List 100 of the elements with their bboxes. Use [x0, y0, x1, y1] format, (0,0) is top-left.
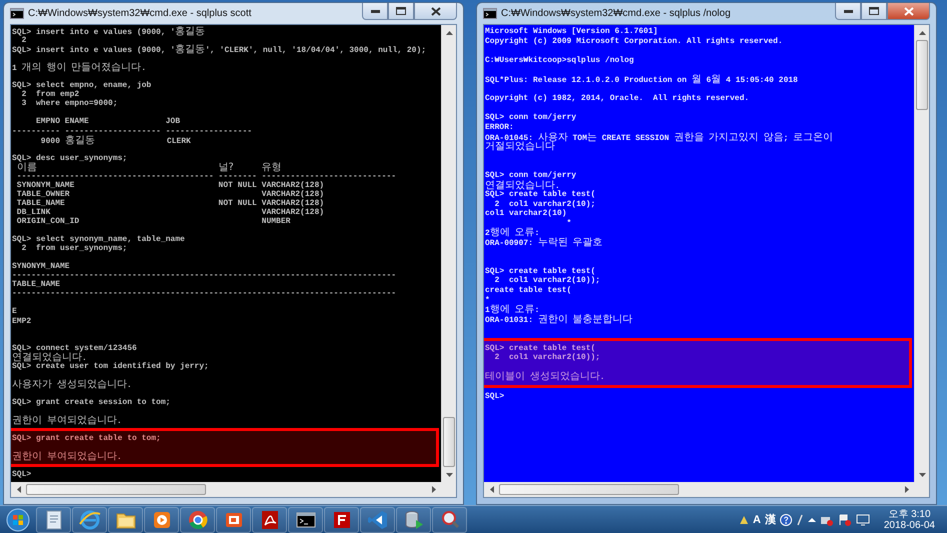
minimize-icon — [844, 9, 852, 13]
console-line: * — [485, 296, 490, 306]
vertical-scrollbar[interactable] — [441, 25, 456, 482]
console-line: SQL> create table test( — [485, 266, 596, 276]
console-line: create table test( — [485, 286, 572, 296]
browser-e-icon[interactable] — [78, 508, 102, 532]
console-line: Microsoft Windows [Version 6.1.7601] — [485, 27, 659, 37]
console-line: 2 from emp2 — [20, 90, 80, 100]
console-line: -------------------------------------------------------------------------------- — [12, 271, 398, 280]
console-line: ----------------------------------------- -------- ---------------------------- — [16, 172, 398, 181]
column-header: 유형 — [262, 162, 282, 172]
clock-date[interactable]: 2018-06-04 — [884, 520, 935, 530]
scroll-thumb[interactable] — [443, 417, 455, 467]
console-line: C:₩Users₩kitcoop>sqlplus /nolog — [485, 56, 635, 66]
close-icon — [430, 6, 440, 16]
right-arrow-icon[interactable] — [904, 486, 908, 493]
right-arrow-icon[interactable] — [432, 486, 436, 493]
hanja-mode[interactable]: 漢 — [764, 512, 776, 527]
scroll-thumb[interactable] — [26, 484, 206, 495]
console-line: 2 col1 varchar2(10); — [494, 200, 596, 209]
console-line: 2 from user_synonyms; — [20, 244, 128, 254]
console-line: 연결되었습니다. — [12, 352, 87, 362]
window-title: C:₩Windows₩system32₩cmd.exe - sqlplus /nolog — [501, 8, 731, 19]
console-line: * — [566, 218, 572, 228]
flag-icon[interactable] — [838, 514, 852, 526]
console-line: SYNONYM_NAME — [12, 262, 71, 272]
maximize-icon — [396, 7, 406, 15]
up-arrow-icon[interactable] — [446, 30, 453, 34]
console-line: E — [12, 307, 18, 316]
console-line: ORA-00907: 누락된 우괄호 — [485, 238, 604, 248]
console-line: 권한이 부여되었습니다. — [12, 452, 123, 462]
maximize-icon — [869, 7, 879, 15]
minimize-button[interactable] — [835, 3, 861, 20]
console-line: Copyright (c) 1982, 2014, Oracle. All rights reserved. — [485, 94, 750, 104]
console-line: 사용자가 생성되었습니다. — [12, 380, 133, 389]
console-line: col1 varchar2(10) — [485, 209, 568, 219]
up-arrow-icon[interactable] — [919, 30, 926, 34]
console-line: 테이블이 생성되었습니다. — [485, 372, 606, 382]
console-line: EMPNO ENAME JOB — [35, 117, 182, 127]
console-line: 1행에 오류: — [485, 305, 540, 315]
left-arrow-icon[interactable] — [16, 486, 20, 493]
scroll-thumb[interactable] — [916, 40, 928, 110]
console-line: SQL> create table test( — [485, 344, 596, 353]
console-line: 2 col1 varchar2(10)); — [494, 276, 602, 286]
console-line: SQL> conn tom/jerry — [485, 170, 578, 180]
console-line: 연결되었습니다. — [485, 180, 560, 190]
console-icon — [483, 8, 497, 19]
clock-time[interactable]: 오후 3:10 — [888, 508, 931, 520]
console-line: 2행에 오류: — [485, 228, 540, 238]
console-line: SQL> desc user_synonyms; — [12, 154, 128, 163]
console-line: ORA-01031: 권한이 불충분합니다 — [485, 314, 634, 324]
console-line: EMP2 — [12, 316, 32, 326]
maximize-button[interactable] — [861, 3, 887, 20]
console-line: ---------- -------------------- ------------------ — [12, 126, 254, 136]
down-arrow-icon[interactable] — [919, 472, 926, 476]
console-line: ERROR: — [485, 122, 515, 133]
console-line: TABLE_OWNER VARCHAR2(128) — [16, 190, 326, 199]
monitor-icon[interactable] — [856, 514, 870, 526]
console-icon — [10, 8, 24, 19]
console-line: SQL> connect system/123456 — [12, 344, 138, 353]
console-line: 1 개의 행이 만들어졌습니다. — [12, 63, 148, 72]
left-arrow-icon[interactable] — [490, 486, 494, 493]
console-line: 2 — [20, 36, 28, 46]
maximize-button[interactable] — [388, 3, 414, 20]
console-line: Copyright (c) 2009 Microsoft Corporation. All rights reserved. — [485, 36, 784, 46]
console-line: ORIGIN_CON_ID NUMBER — [16, 216, 292, 226]
console-line: SQL> select empno, ename, job — [12, 81, 152, 90]
console-line: SQL> conn tom/jerry — [485, 113, 578, 123]
console-line: SQL*Plus: Release 12.1.0.2.0 Production on 월 6월 4 15:05:40 2018 — [485, 74, 799, 85]
close-button[interactable] — [414, 3, 457, 20]
console-line: SQL> create table test( — [485, 190, 596, 200]
down-arrow-icon[interactable] — [446, 472, 453, 476]
console-line: 2 col1 varchar2(10)); — [494, 353, 602, 363]
console-line: 권한이 부여되었습니다. — [12, 416, 123, 426]
scroll-thumb[interactable] — [499, 484, 679, 495]
minimize-icon — [370, 9, 380, 13]
minimize-button[interactable] — [362, 3, 388, 20]
console-line: -------------------------------------------------------------------------------- — [12, 289, 398, 298]
console-line: SQL> grant create table to tom; — [12, 434, 162, 444]
horizontal-scrollbar[interactable] — [11, 482, 441, 497]
console-line: SQL> — [485, 392, 506, 402]
help-icon[interactable] — [780, 514, 792, 526]
console-line: SYNONYM_NAME NOT NULL VARCHAR2(128) — [16, 180, 326, 190]
console-line: SQL> create user tom identified by jerry; — [12, 362, 210, 371]
close-icon — [904, 6, 914, 16]
start-button[interactable] — [6, 508, 30, 532]
console-line: SQL> insert into e values (9000, '홍길동', 'CLERK', null, '18/04/04', 3000, null, 20); — [12, 45, 428, 54]
console-line: DB_LINK VARCHAR2(128) — [16, 208, 326, 217]
console-line: SQL> insert into e values (9000, '홍길동 — [12, 27, 206, 36]
console-line: ORA-01045: 사용자 TOM는 CREATE SESSION 권한을 가지고있지 않음; 로그온이 — [485, 132, 834, 142]
console-line: TABLE_NAME — [12, 280, 62, 290]
column-header: 이름 — [16, 162, 37, 172]
close-button[interactable] — [887, 3, 930, 20]
console-line: TABLE_NAME NOT NULL VARCHAR2(128) — [16, 198, 326, 208]
vertical-scrollbar[interactable] — [914, 25, 929, 482]
console-line: 9000 홍길동 CLERK — [40, 136, 192, 145]
ime-mode[interactable]: A — [752, 514, 761, 526]
horizontal-scrollbar[interactable] — [484, 482, 914, 497]
console-line: 3 where empno=9000; — [20, 99, 119, 108]
expand-icon[interactable] — [808, 516, 816, 522]
